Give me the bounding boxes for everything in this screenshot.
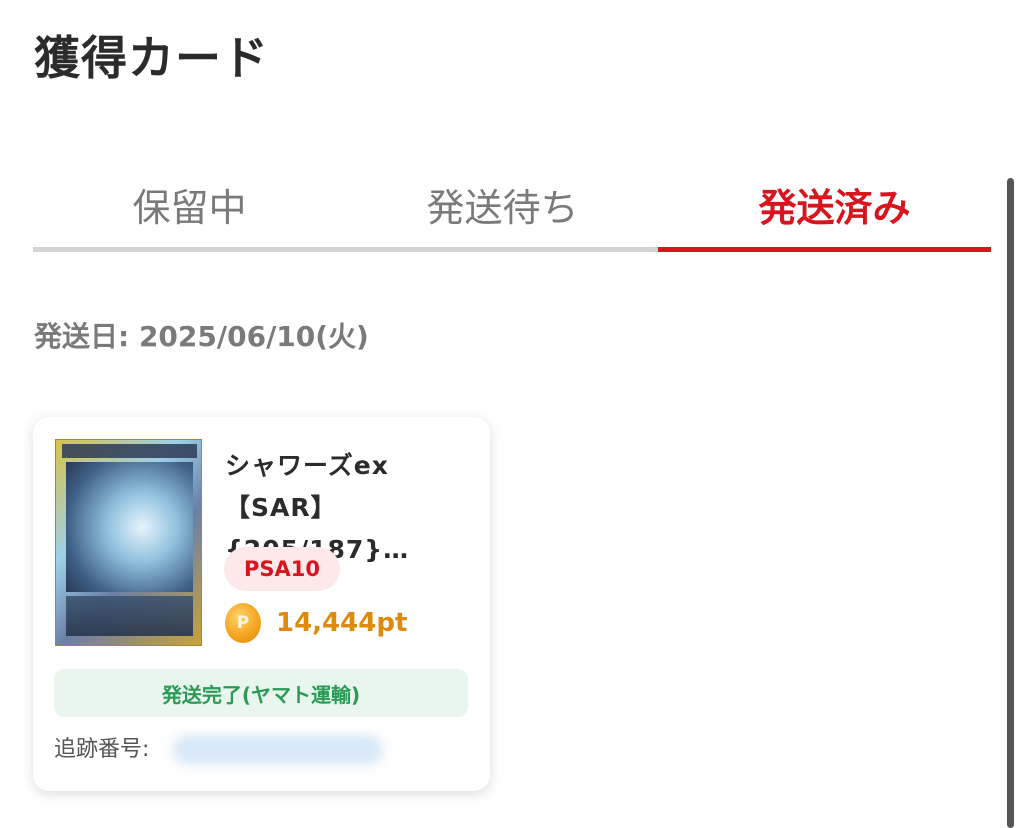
tab-shipped[interactable]: 発送済み (678, 160, 991, 248)
tab-pending[interactable]: 保留中 (33, 160, 346, 248)
tab-bar: 保留中 発送待ち 発送済み (33, 160, 991, 252)
tracking-number-redacted[interactable] (173, 735, 383, 765)
card-image (55, 439, 202, 646)
points-value: 14,444pt (276, 608, 408, 638)
coin-icon: P (225, 603, 261, 643)
shipped-card-item[interactable]: シャワーズex【SAR】{205/187}… PSA10 P 14,444pt … (33, 417, 490, 791)
page-title: 獲得カード (34, 31, 269, 85)
scrollbar[interactable] (1007, 178, 1014, 828)
ship-date: 発送日: 2025/06/10(火) (34, 320, 369, 353)
grade-badge: PSA10 (224, 547, 340, 591)
tracking-label: 追跡番号: (54, 737, 150, 762)
tab-awaiting-shipment[interactable]: 発送待ち (346, 160, 659, 248)
shipping-status: 発送完了(ヤマト運輸) (54, 669, 468, 717)
tab-active-indicator (658, 247, 991, 252)
